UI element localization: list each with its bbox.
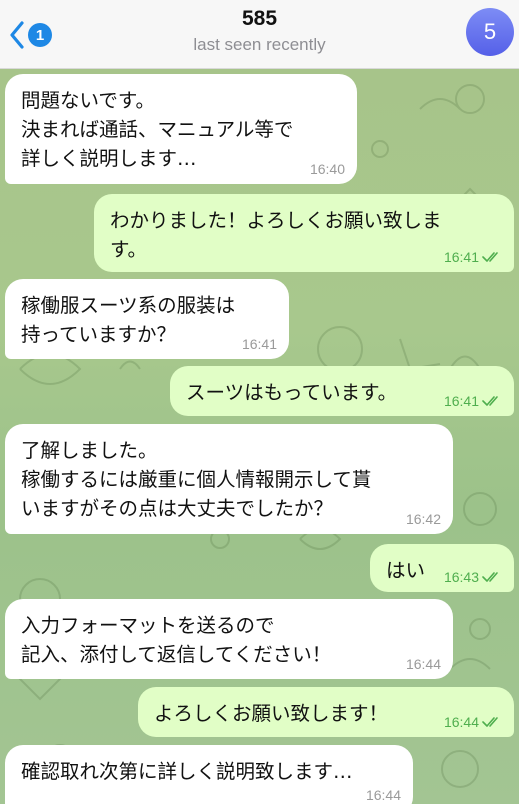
message-list[interactable]: 問題ないです。 決まれば通話、マニュアル等で 詳しく説明します… 16:40 わ… — [0, 69, 519, 804]
message-meta: 16:44 — [444, 714, 502, 730]
message-bubble-outgoing[interactable]: スーツはもっています。 16:41 — [170, 366, 514, 416]
message-text: 確認取れ次第に詳しく説明致します… — [21, 760, 353, 783]
message-time: 16:44 — [405, 656, 441, 672]
message-bubble-outgoing[interactable]: はい 16:43 — [370, 544, 514, 592]
message-time: 16:44 — [365, 787, 401, 803]
message-time: 16:41 — [241, 336, 277, 352]
message-meta: 16:41 — [242, 336, 277, 352]
chat-status: last seen recently — [193, 35, 326, 54]
message-bubble-incoming[interactable]: 稼働服スーツ系の服装は 持っていますか？ 16:41 — [5, 279, 289, 359]
message-time: 16:44 — [443, 714, 479, 730]
message-time: 16:42 — [405, 511, 441, 527]
message-bubble-incoming[interactable]: 了解しました。 稼働するには厳重に個人情報開示して貰 いますがその点は大丈夫でし… — [5, 424, 453, 534]
message-bubble-outgoing[interactable]: よろしくお願い致します！ 16:44 — [138, 687, 514, 737]
message-meta: 16:44 — [366, 787, 401, 803]
chat-header: 1 585 last seen recently 5 — [0, 0, 519, 69]
message-text: わかりました！よろしくお願い致しま す。 — [110, 209, 442, 261]
message-text: 入力フォーマットを送るので 記入、添付して返信してください！ — [21, 614, 332, 666]
message-bubble-incoming[interactable]: 入力フォーマットを送るので 記入、添付して返信してください！ 16:44 — [5, 599, 453, 679]
message-bubble-outgoing[interactable]: わかりました！よろしくお願い致しま す。 16:41 — [94, 194, 514, 272]
message-meta: 16:41 — [444, 393, 502, 409]
message-time: 16:41 — [443, 393, 479, 409]
message-text: 了解しました。 稼働するには厳重に個人情報開示して貰 いますがその点は大丈夫でし… — [21, 439, 372, 520]
double-check-icon — [482, 572, 498, 582]
message-bubble-incoming[interactable]: 問題ないです。 決まれば通話、マニュアル等で 詳しく説明します… 16:40 — [5, 74, 357, 184]
chat-title-block[interactable]: 585 last seen recently — [0, 6, 519, 57]
message-meta: 16:41 — [444, 249, 502, 265]
message-text: 稼働服スーツ系の服装は 持っていますか？ — [21, 294, 236, 346]
double-check-icon — [482, 717, 498, 727]
message-meta: 16:43 — [444, 569, 502, 585]
message-meta: 16:40 — [310, 161, 345, 177]
message-time: 16:41 — [443, 249, 479, 265]
message-meta: 16:42 — [406, 511, 441, 527]
message-time: 16:43 — [443, 569, 479, 585]
message-bubble-incoming[interactable]: 確認取れ次第に詳しく説明致します… 16:44 — [5, 745, 413, 804]
message-meta: 16:44 — [406, 656, 441, 672]
double-check-icon — [482, 396, 498, 406]
message-text: 問題ないです。 決まれば通話、マニュアル等で 詳しく説明します… — [21, 89, 294, 170]
avatar[interactable]: 5 — [466, 8, 514, 56]
double-check-icon — [482, 252, 498, 262]
chat-title: 585 — [241, 7, 278, 30]
message-time: 16:40 — [309, 161, 345, 177]
